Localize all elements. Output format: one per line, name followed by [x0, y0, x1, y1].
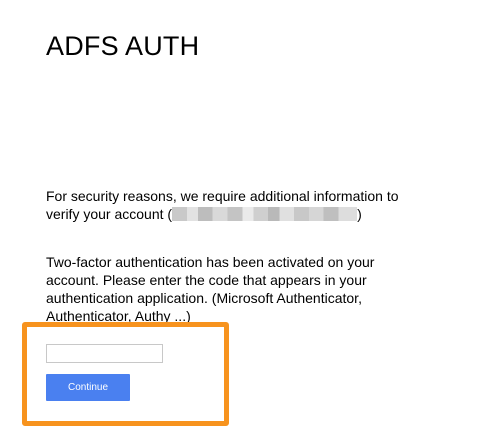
continue-button[interactable]: Continue	[46, 374, 130, 401]
page-title: ADFS AUTH	[46, 31, 200, 61]
redacted-account	[172, 207, 358, 221]
verification-code-input[interactable]	[46, 344, 163, 363]
security-message-close: )	[357, 206, 362, 222]
two-factor-message: Two-factor authentication has been activ…	[46, 254, 375, 324]
security-message: For security reasons, we require additio…	[46, 187, 406, 223]
